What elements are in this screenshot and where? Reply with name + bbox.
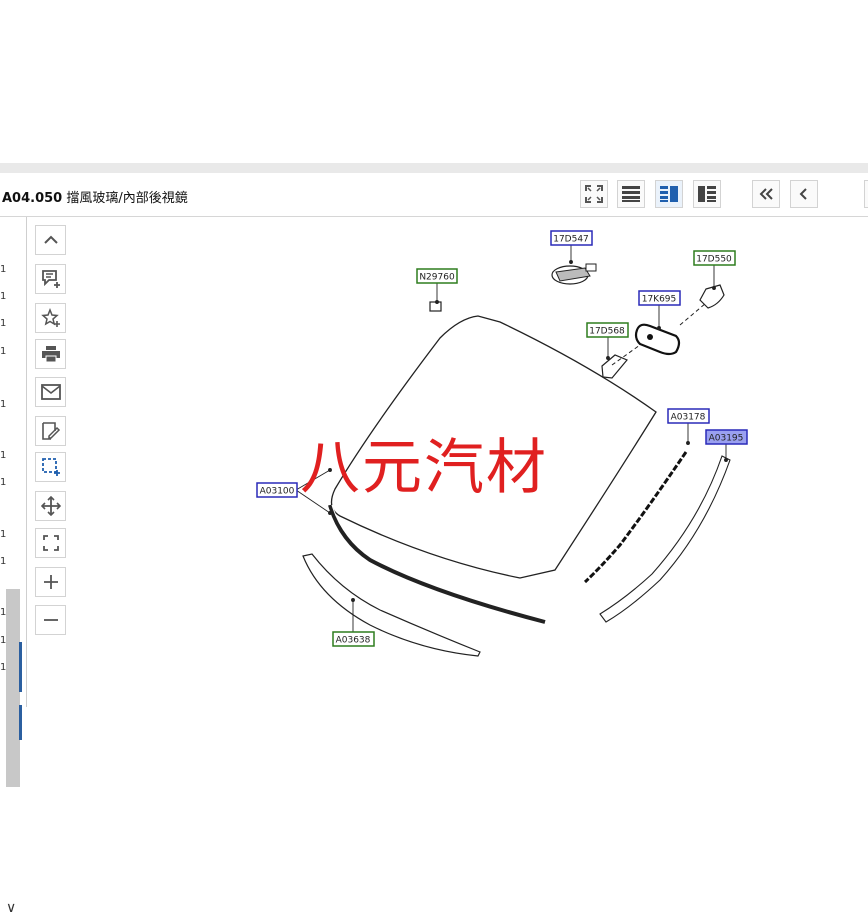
side-moulding[interactable] (583, 451, 688, 584)
callout-label: A03195 (709, 434, 744, 444)
callout-label: A03638 (336, 636, 371, 646)
callout-n29760[interactable]: N29760 (416, 268, 458, 284)
mirror-bracket[interactable] (551, 263, 597, 285)
callout-a03638[interactable]: A03638 (332, 631, 375, 647)
callout-label: 17D550 (696, 255, 732, 265)
callout-17k695[interactable]: 17K695 (638, 290, 681, 306)
callout-17d550[interactable]: 17D550 (693, 250, 736, 266)
callout-label: 17D547 (553, 235, 589, 245)
callout-a03178[interactable]: A03178 (667, 408, 710, 424)
mirror-lower-cover[interactable] (601, 354, 628, 379)
callout-label: 17D568 (589, 327, 625, 337)
callout-label: A03100 (260, 487, 295, 497)
callout-label: N29760 (419, 273, 455, 283)
callout-label: A03178 (671, 413, 706, 423)
callout-a03100[interactable]: A03100 (256, 482, 298, 498)
lower-moulding[interactable] (328, 504, 546, 624)
callout-a03195[interactable]: A03195 (705, 429, 748, 445)
clip-part[interactable] (429, 301, 442, 312)
chevron-down-icon[interactable]: ∨ (6, 900, 16, 916)
watermark-text: 八元汽材 (300, 433, 548, 503)
callout-17d547[interactable]: 17D547 (550, 230, 593, 246)
callout-17d568[interactable]: 17D568 (586, 322, 629, 338)
callout-label: 17K695 (642, 295, 677, 305)
